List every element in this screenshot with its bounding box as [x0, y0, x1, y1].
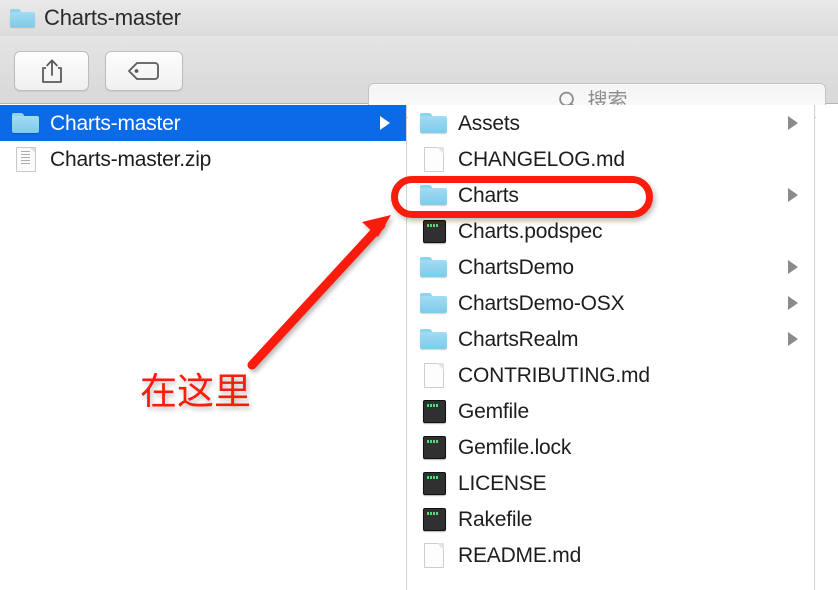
folder-icon	[12, 112, 39, 134]
list-item[interactable]: LICENSE	[408, 465, 814, 501]
exec-icon	[420, 435, 447, 459]
exec-icon	[420, 507, 447, 531]
chevron-right-icon	[788, 116, 798, 130]
folder-icon	[420, 184, 447, 206]
list-item-label: Charts	[458, 183, 519, 207]
list-item-label: ChartsDemo-OSX	[458, 291, 625, 315]
document-icon	[420, 146, 447, 172]
column-preview	[816, 105, 838, 590]
list-item[interactable]: Charts-master.zip	[0, 141, 406, 177]
list-item[interactable]: Assets	[408, 105, 814, 141]
column-right: Assets CHANGELOG.md Charts Charts.podspec Ch…	[408, 105, 815, 590]
folder-icon	[420, 112, 447, 134]
list-item[interactable]: Rakefile	[408, 501, 814, 537]
folder-icon	[420, 328, 447, 350]
exec-icon	[420, 471, 447, 495]
list-item[interactable]: CHANGELOG.md	[408, 141, 814, 177]
list-item-label: CONTRIBUTING.md	[458, 363, 650, 387]
list-item-label: Rakefile	[458, 507, 533, 531]
document-icon	[420, 542, 447, 568]
toolbar: 搜索	[0, 36, 838, 118]
list-item-label: Charts.podspec	[458, 219, 603, 243]
list-item-label: Gemfile	[458, 399, 529, 423]
exec-icon	[420, 399, 447, 423]
list-item-label: ChartsRealm	[458, 327, 579, 351]
folder-icon	[420, 292, 447, 314]
folder-icon	[420, 256, 447, 278]
list-item[interactable]: README.md	[408, 537, 814, 573]
tag-button[interactable]	[105, 51, 183, 91]
share-icon	[41, 59, 62, 83]
chevron-right-icon	[380, 116, 390, 130]
finder-window: Charts-master 搜索 Charts-master Charts-ma…	[0, 0, 838, 590]
list-item[interactable]: ChartsDemo	[408, 249, 814, 285]
list-item-label: README.md	[458, 543, 582, 567]
chevron-right-icon	[788, 260, 798, 274]
window-title: Charts-master	[44, 5, 181, 30]
column-left: Charts-master Charts-master.zip	[0, 105, 407, 590]
window-titlebar: Charts-master	[0, 0, 838, 36]
list-item[interactable]: Gemfile.lock	[408, 429, 814, 465]
tag-icon	[128, 62, 159, 80]
list-item-label: Charts-master	[50, 111, 181, 135]
share-button[interactable]	[14, 51, 89, 91]
exec-icon	[420, 219, 447, 243]
chevron-right-icon	[788, 188, 798, 202]
list-item[interactable]: ChartsRealm	[408, 321, 814, 357]
list-item[interactable]: Charts.podspec	[408, 213, 814, 249]
document-icon	[420, 362, 447, 388]
list-item-label: LICENSE	[458, 471, 547, 495]
titlebar-folder-icon	[10, 8, 35, 28]
chevron-right-icon	[788, 296, 798, 310]
list-item[interactable]: Charts-master	[0, 105, 406, 141]
archive-icon	[12, 146, 39, 172]
list-item-label: Charts-master.zip	[50, 147, 212, 171]
list-item-label: Gemfile.lock	[458, 435, 572, 459]
list-item[interactable]: ChartsDemo-OSX	[408, 285, 814, 321]
list-item-label: CHANGELOG.md	[458, 147, 625, 171]
list-item[interactable]: Gemfile	[408, 393, 814, 429]
list-item-label: ChartsDemo	[458, 255, 574, 279]
list-item[interactable]: Charts	[408, 177, 814, 213]
list-item-label: Assets	[458, 111, 520, 135]
list-item[interactable]: CONTRIBUTING.md	[408, 357, 814, 393]
chevron-right-icon	[788, 332, 798, 346]
